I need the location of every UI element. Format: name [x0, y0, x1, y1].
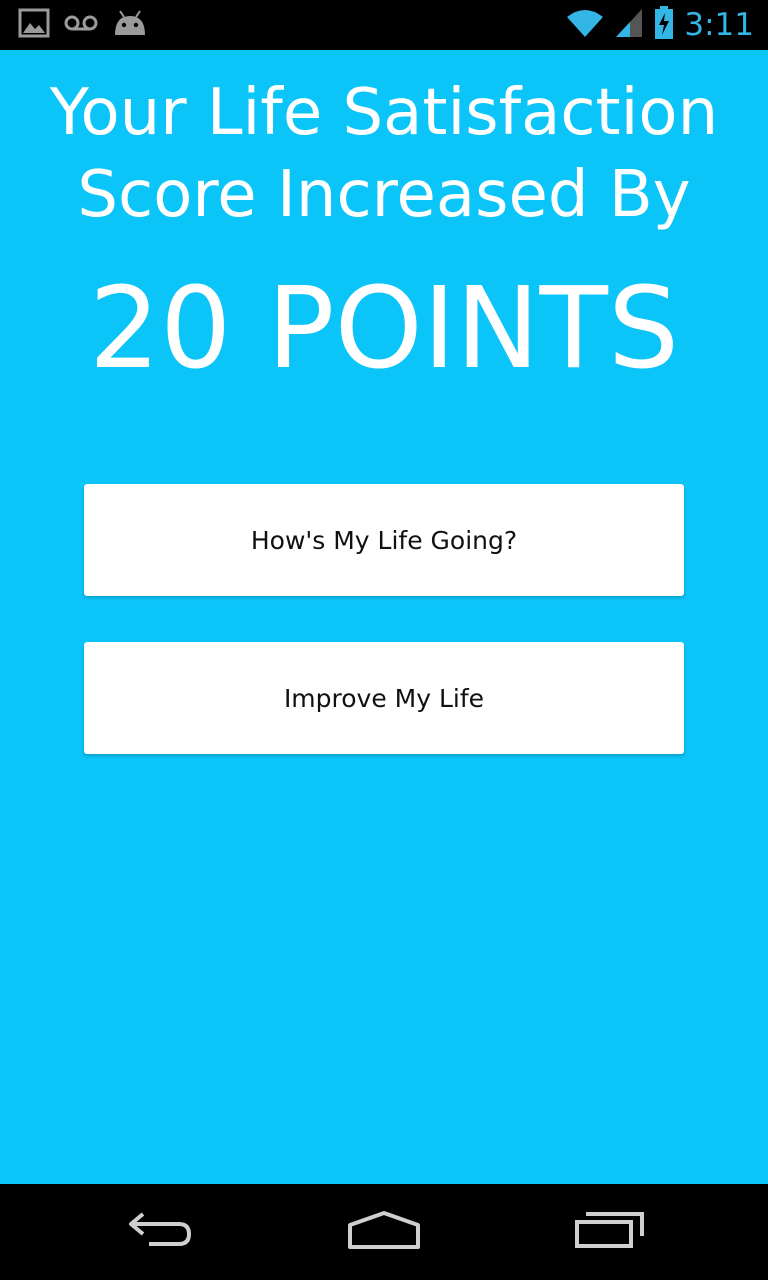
app-screen: 3:11 Your Life Satisfaction Score Increa… — [0, 0, 768, 1280]
recent-apps-button[interactable] — [560, 1202, 660, 1262]
system-status: 3:11 — [566, 4, 754, 46]
back-icon — [125, 1210, 195, 1254]
signal-icon — [614, 7, 644, 43]
navigation-bar — [0, 1184, 768, 1280]
status-bar: 3:11 — [0, 0, 768, 50]
battery-charging-icon — [654, 6, 674, 44]
score-headline: Your Life Satisfaction Score Increased B… — [49, 76, 719, 232]
home-icon — [346, 1209, 422, 1255]
status-clock: 3:11 — [684, 7, 754, 43]
hows-my-life-going-button[interactable]: How's My Life Going? — [84, 484, 684, 596]
image-icon — [18, 8, 50, 42]
notification-icons — [18, 8, 148, 42]
points-value: 20 POINTS — [88, 264, 680, 394]
wifi-icon — [566, 7, 604, 43]
recent-apps-icon — [574, 1210, 646, 1254]
voicemail-icon — [64, 13, 98, 37]
home-button[interactable] — [334, 1202, 434, 1262]
android-icon — [112, 9, 148, 41]
back-button[interactable] — [110, 1202, 210, 1262]
improve-my-life-button[interactable]: Improve My Life — [84, 642, 684, 754]
